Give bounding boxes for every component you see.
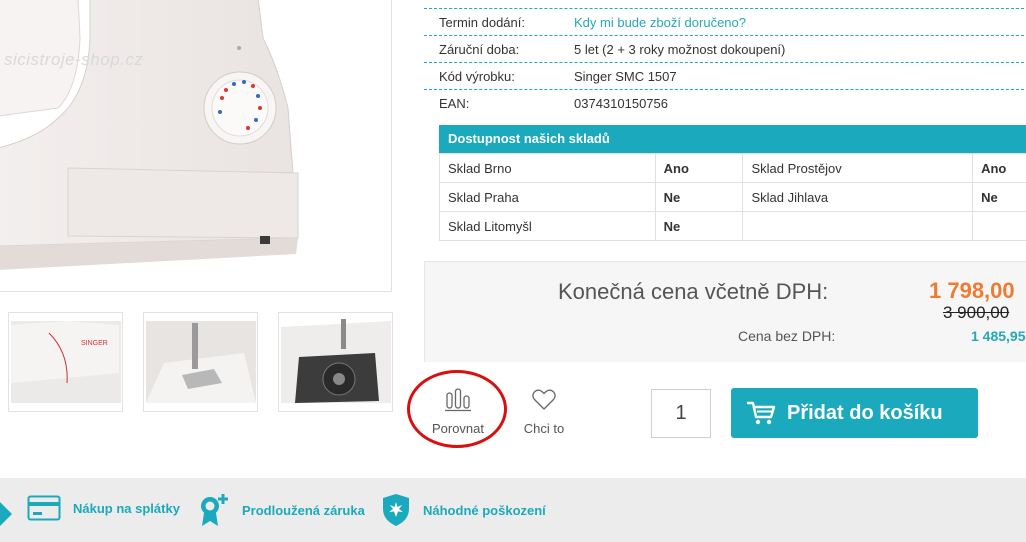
old-price: 3 900,00 — [943, 303, 1010, 322]
benefit-label: Prodloužená záruka — [242, 502, 365, 518]
store-name: Sklad Brno — [439, 153, 656, 183]
arrow-right-icon[interactable] — [0, 502, 12, 526]
price-box: Konečná cena včetně DPH: 1 798,00 3 900,… — [424, 261, 1026, 362]
thumbnail-2[interactable] — [143, 312, 258, 412]
benefit-installments[interactable]: Nákup na splátky — [27, 493, 180, 523]
benefits-bar: Nákup na splátky Prodloužená záruka Náho… — [0, 478, 1026, 542]
quantity-input[interactable]: 1 — [651, 389, 711, 438]
store-availability: Ne — [654, 182, 744, 212]
benefit-accidental-damage[interactable]: Náhodné poškození — [381, 493, 546, 527]
store-availability: Ano — [654, 153, 744, 183]
add-to-cart-button[interactable]: Přidat do košíku — [731, 388, 978, 438]
thumbnail-image — [144, 313, 257, 411]
benefit-label: Náhodné poškození — [423, 502, 546, 518]
thumbnail-image: SINGER — [9, 313, 122, 411]
spec-row — [424, 0, 1026, 9]
thumbnail-3[interactable] — [278, 312, 393, 412]
store-name: Sklad Jihlava — [742, 182, 974, 212]
warranty-icon — [201, 494, 228, 526]
final-price-label: Konečná cena včetně DPH: — [558, 279, 829, 304]
store-availability: Ne — [654, 211, 744, 241]
benefit-extended-warranty[interactable]: Prodloužená záruka — [196, 493, 365, 527]
store-availability — [972, 211, 1026, 241]
spec-row-delivery: Termin dodání: Kdy mi bude zboží doručen… — [424, 9, 1026, 36]
benefit-label: Nákup na splátky — [73, 500, 180, 516]
store-name: Sklad Litomyšl — [439, 211, 656, 241]
store-name: Sklad Prostějov — [742, 153, 974, 183]
stock-availability: Dostupnost našich skladů Sklad Brno Ano … — [439, 125, 1026, 241]
store-availability: Ne — [972, 182, 1026, 212]
stock-title: Dostupnost našich skladů — [439, 125, 1026, 153]
store-name: Sklad Praha — [439, 182, 656, 212]
final-price: 1 798,00 — [929, 278, 1015, 303]
wishlist-label: Chci to — [523, 421, 565, 436]
compare-icon — [445, 388, 471, 412]
shield-icon — [383, 494, 409, 526]
store-name — [742, 211, 974, 241]
thumbnail-1[interactable]: SINGER — [8, 312, 123, 412]
store-availability: Ano — [972, 153, 1026, 183]
table-row: Sklad Litomyšl Ne — [439, 211, 1026, 241]
spec-value: 0374310150756 — [574, 96, 668, 111]
wishlist-button[interactable]: Chci to — [516, 388, 572, 436]
table-row: Sklad Praha Ne Sklad Jihlava Ne — [439, 182, 1026, 212]
sewing-machine-image — [0, 0, 299, 270]
card-icon — [27, 495, 61, 521]
delivery-info-link[interactable]: Kdy mi bude zboží doručeno? — [574, 15, 1026, 30]
compare-label: Porovnat — [431, 421, 485, 436]
price-without-vat: 1 485,95 — [971, 328, 1026, 344]
image-watermark: sicistroje-shop.cz — [4, 50, 144, 69]
product-main-image[interactable]: sicistroje-shop.cz — [0, 0, 392, 292]
add-to-cart-label: Přidat do košíku — [787, 401, 943, 424]
svg-text:SINGER: SINGER — [81, 340, 108, 347]
heart-icon — [532, 389, 556, 410]
spec-value: 5 let (2 + 3 roky možnost dokoupení) — [574, 41, 786, 57]
spec-row-warranty: Záruční doba: 5 let (2 + 3 roky možnost … — [424, 36, 1026, 63]
product-specs: Termin dodání: Kdy mi bude zboží doručen… — [424, 0, 1026, 117]
table-row: Sklad Brno Ano Sklad Prostějov Ano — [439, 153, 1026, 183]
spec-key: Záruční doba: — [439, 41, 520, 57]
spec-key: Termin dodání: — [439, 14, 525, 30]
spec-row-ean: EAN: 0374310150756 — [424, 90, 1026, 117]
thumbnail-image — [279, 313, 392, 411]
cart-icon — [747, 401, 776, 425]
spec-key: EAN: — [439, 96, 470, 111]
spec-key: Kód výrobku: — [439, 68, 515, 84]
spec-value: Singer SMC 1507 — [574, 68, 677, 84]
stock-table: Sklad Brno Ano Sklad Prostějov Ano Sklad… — [439, 153, 1026, 241]
price-without-vat-label: Cena bez DPH: — [738, 328, 836, 344]
compare-button[interactable]: Porovnat — [425, 388, 491, 436]
spec-row-product-code: Kód výrobku: Singer SMC 1507 — [424, 63, 1026, 90]
